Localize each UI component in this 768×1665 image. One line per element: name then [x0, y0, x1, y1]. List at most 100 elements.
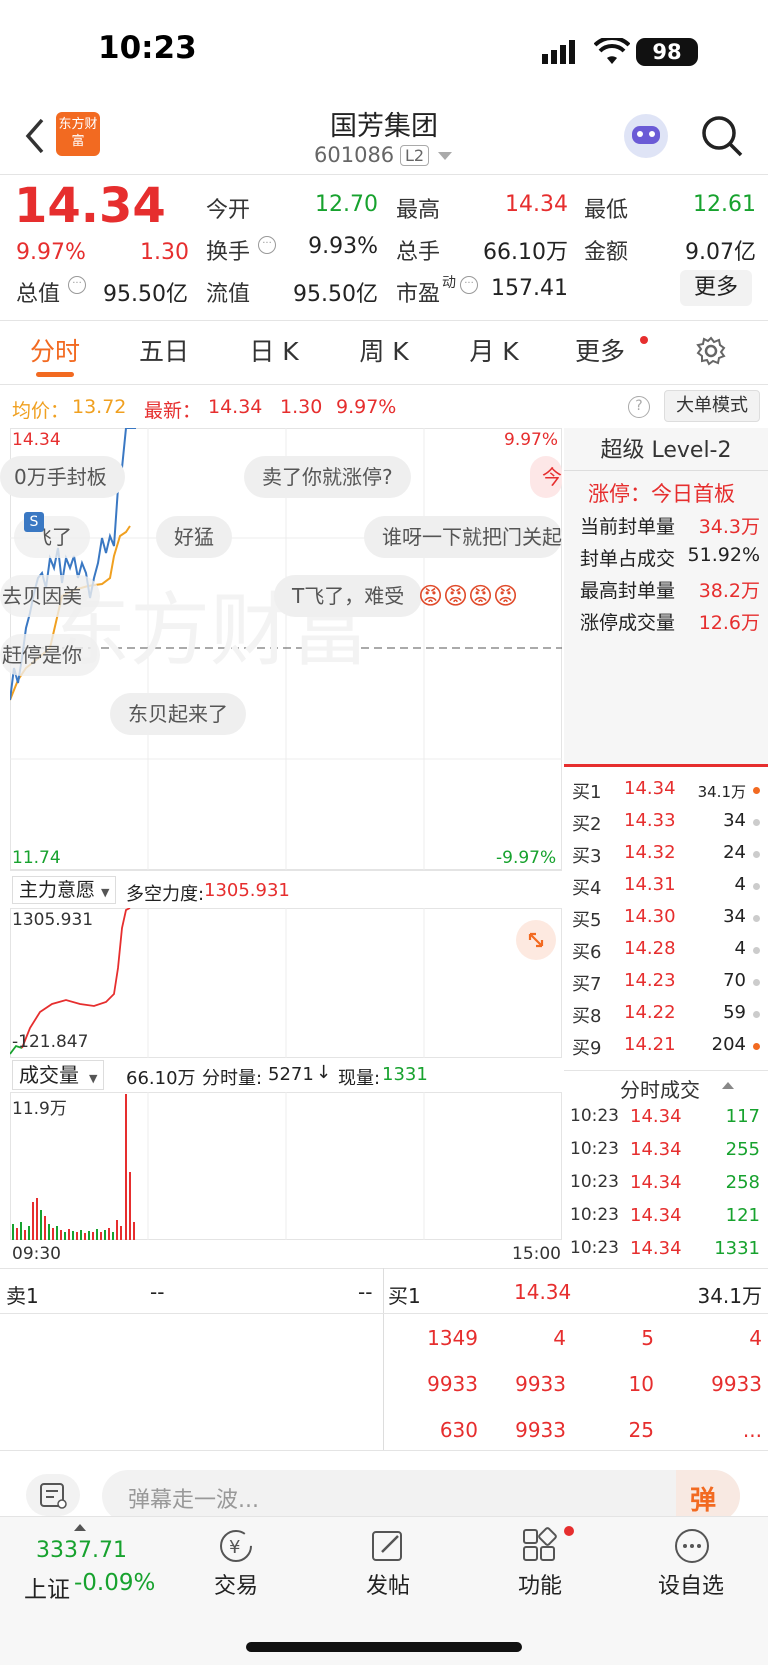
more-button[interactable]: 更多: [680, 270, 752, 306]
l2-stat-label: 涨停成交量: [580, 612, 676, 634]
time-axis-start: 09:30: [12, 1244, 61, 1264]
danmaku-send-button[interactable]: 弹: [676, 1470, 740, 1522]
trade-icon[interactable]: ¥: [216, 1526, 256, 1570]
tick-time: 10:23: [570, 1205, 619, 1225]
ticks-title[interactable]: 分时成交: [620, 1074, 700, 1103]
metric-open: 12.70: [315, 192, 378, 217]
notification-dot: [564, 1526, 574, 1536]
indicator-selector[interactable]: 主力意愿 ▼: [12, 876, 117, 904]
nav-trade[interactable]: 交易: [214, 1568, 258, 1600]
metric-label: 最低: [584, 198, 629, 223]
bid-dot: [753, 1043, 760, 1050]
queue-cell: 9933: [427, 1372, 478, 1396]
bid-row[interactable]: 买9 14.21 204: [564, 1032, 768, 1062]
bid-volume: 70: [723, 970, 746, 991]
bid-volume: 204: [711, 1034, 746, 1055]
l2-stat-value: 34.3万: [698, 516, 760, 538]
caret-down-icon: ▼: [89, 1072, 98, 1085]
tick-volume: 255: [725, 1139, 760, 1160]
change-percent: 9.97%: [16, 240, 86, 265]
level2-title: 超级 Level-2: [600, 438, 732, 463]
danmaku-bubble: 好猛: [156, 516, 232, 558]
index-change[interactable]: -0.09%: [74, 1570, 155, 1596]
danmaku-bubble: 谁呀一下就把门关起: [364, 516, 562, 558]
bid-label: 买8: [572, 1006, 602, 1027]
info-icon[interactable]: ···: [460, 276, 478, 294]
bid-row[interactable]: 买4 14.31 4: [564, 872, 768, 902]
indicator-axis-top: 1305.931: [12, 910, 94, 930]
bid-row[interactable]: 买7 14.23 70: [564, 968, 768, 998]
danmaku-bubble: 赶停是你: [0, 634, 100, 676]
queue-cell: 4: [553, 1326, 566, 1350]
danmaku-list-icon[interactable]: [26, 1474, 80, 1516]
bid-volume: 34.1万: [697, 783, 746, 801]
bid-row[interactable]: 买6 14.28 4: [564, 936, 768, 966]
bid-dot: [753, 947, 760, 954]
tick-row: 10:23 14.34 1331: [564, 1236, 768, 1266]
battery-indicator: 98: [636, 38, 698, 66]
metric-float-cap: 95.50亿: [293, 282, 378, 307]
post-edit-icon[interactable]: [368, 1526, 408, 1570]
signal-icon: [542, 40, 582, 68]
search-icon[interactable]: [700, 114, 744, 162]
bid-row[interactable]: 买1 14.34 34.1万: [564, 776, 768, 806]
volume-axis-max: 11.9万: [12, 1099, 67, 1119]
tab-weekly-k[interactable]: 周 K: [354, 332, 414, 368]
l2-stat-label: 最高封单量: [580, 580, 676, 602]
queue-cell: 10: [628, 1372, 654, 1396]
danmaku-input[interactable]: 弹幕走一波...: [102, 1470, 740, 1522]
robot-assistant-icon[interactable]: [624, 114, 668, 158]
wifi-icon: [593, 35, 631, 70]
chevron-down-icon[interactable]: [438, 152, 452, 160]
functions-grid-icon[interactable]: [520, 1526, 560, 1570]
nav-post[interactable]: 发帖: [366, 1568, 410, 1600]
tab-monthly-k[interactable]: 月 K: [464, 332, 524, 368]
bid-label: 买7: [572, 974, 602, 995]
nav-functions[interactable]: 功能: [518, 1568, 562, 1600]
info-icon[interactable]: ···: [68, 276, 86, 294]
bid-price: 14.30: [624, 906, 676, 927]
bid-label: 买5: [572, 910, 602, 931]
current-price: 14.34: [14, 178, 166, 234]
bid-price: 14.33: [624, 810, 676, 831]
index-name[interactable]: 上证: [24, 1570, 70, 1604]
stock-code: 601086: [314, 143, 395, 167]
volume-selector[interactable]: 成交量 ▼: [12, 1060, 105, 1090]
volume-minute-label: 分时量:: [202, 1068, 263, 1089]
caret-up-icon[interactable]: [722, 1082, 734, 1089]
bid-row[interactable]: 买2 14.33 34: [564, 808, 768, 838]
volume-total: 66.10万: [126, 1068, 196, 1089]
angry-emoji-icon: 😡😡😡😡: [418, 582, 519, 610]
expand-icon[interactable]: [516, 920, 556, 960]
bid-row[interactable]: 买3 14.32 24: [564, 840, 768, 870]
bid-row[interactable]: 买8 14.22 59: [564, 1000, 768, 1030]
tick-time: 10:23: [570, 1106, 619, 1126]
nav-add-watchlist[interactable]: 设自选: [658, 1568, 724, 1600]
tick-volume: 258: [725, 1172, 760, 1193]
time-axis-end: 15:00: [512, 1244, 561, 1264]
l2-stat-label: 当前封单量: [580, 516, 676, 538]
bid-label: 买4: [572, 878, 602, 899]
volume-name: 成交量: [19, 1063, 79, 1087]
queue-cell: 25: [628, 1418, 654, 1442]
tab-more[interactable]: 更多: [570, 332, 630, 368]
bid-dot: [753, 883, 760, 890]
arrow-down-icon: ↓: [316, 1062, 332, 1083]
l2-stat-value: 12.6万: [698, 612, 760, 634]
bid-price: 14.31: [624, 874, 676, 895]
latest-label: 最新：: [144, 400, 202, 422]
bid-row[interactable]: 买5 14.30 34: [564, 904, 768, 934]
index-value[interactable]: 3337.71: [36, 1538, 127, 1563]
pe-superscript: 动: [442, 275, 456, 291]
tick-price: 14.34: [630, 1139, 682, 1160]
more-dots-icon[interactable]: [672, 1526, 712, 1570]
big-order-mode-button[interactable]: 大单模式: [664, 390, 760, 422]
tab-five-day[interactable]: 五日: [134, 332, 194, 368]
tab-intraday[interactable]: 分时: [26, 332, 84, 368]
tab-daily-k[interactable]: 日 K: [244, 332, 304, 368]
help-icon[interactable]: ?: [628, 396, 650, 418]
level-badge[interactable]: L2: [400, 145, 430, 166]
queue-buy-volume: 34.1万: [697, 1284, 762, 1308]
queue-cell: 1349: [427, 1326, 478, 1350]
settings-gear-icon[interactable]: [696, 336, 726, 370]
